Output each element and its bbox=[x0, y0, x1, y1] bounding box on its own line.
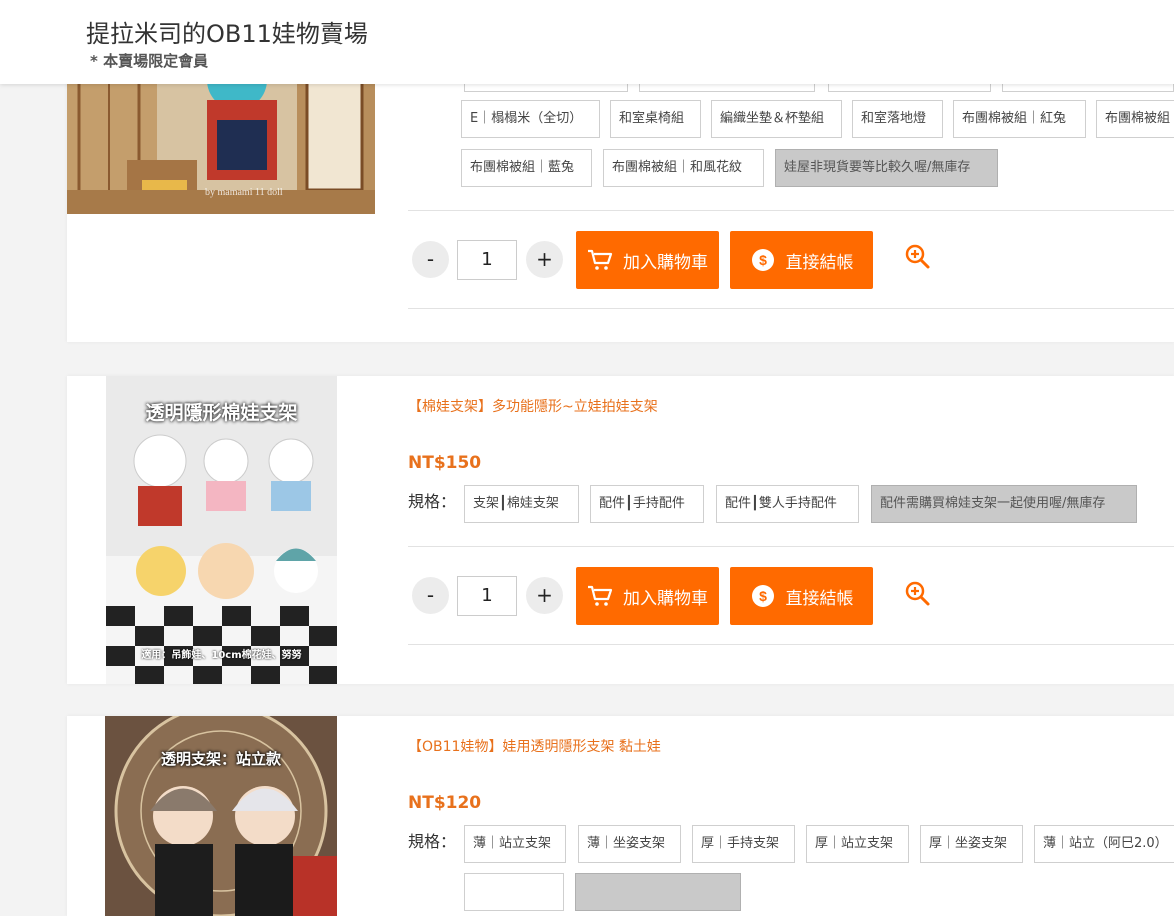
spec-option-out-of-stock[interactable]: 娃屋非現貨要等比較久喔/無庫存 bbox=[775, 149, 998, 187]
spec-option[interactable]: 薄｜站立支架 bbox=[464, 825, 566, 863]
spec-option[interactable]: 編織坐墊＆杯墊組 bbox=[711, 100, 842, 138]
quantity-input[interactable]: 1 bbox=[457, 240, 517, 280]
product-image[interactable]: 透明支架：站立款 bbox=[105, 716, 337, 916]
cart-icon bbox=[588, 585, 613, 606]
spec-option[interactable]: 薄｜站立（阿巳2.0） bbox=[1034, 825, 1174, 863]
quantity-minus-button[interactable]: - bbox=[412, 577, 449, 614]
quantity-plus-button[interactable]: + bbox=[526, 577, 563, 614]
store-title[interactable]: 提拉米司的OB11娃物賣場 bbox=[86, 14, 368, 49]
checkout-label: 直接結帳 bbox=[785, 588, 854, 609]
checkout-button[interactable]: $ 直接結帳 bbox=[730, 231, 873, 289]
checkout-button[interactable]: $ 直接結帳 bbox=[730, 567, 873, 625]
product-name[interactable]: 【OB11娃物】娃用透明隱形支架 黏土娃 bbox=[408, 736, 661, 756]
divider bbox=[408, 308, 1174, 309]
spec-option[interactable] bbox=[464, 873, 564, 911]
spec-option[interactable]: 和室桌椅組 bbox=[610, 100, 701, 138]
photo-caption: by mamami 11 doll bbox=[205, 187, 283, 198]
spec-option[interactable]: E｜榻榻米（全切） bbox=[461, 100, 600, 138]
svg-text:$: $ bbox=[759, 588, 767, 604]
spec-option[interactable]: 厚｜手持支架 bbox=[692, 825, 795, 863]
divider bbox=[408, 210, 1174, 211]
spec-option[interactable]: 布團棉被組｜藍兔 bbox=[461, 149, 592, 187]
product-card: 透明隱形棉娃支架 適用：吊飾娃、10cm棉花娃、努努 【棉娃支架】多功能隱形~立… bbox=[67, 376, 1174, 684]
spec-option[interactable]: 和室落地燈 bbox=[852, 100, 943, 138]
spec-option[interactable]: 配件┃手持配件 bbox=[590, 485, 704, 523]
spec-label: 規格： bbox=[408, 492, 457, 511]
quantity-input[interactable]: 1 bbox=[457, 576, 517, 616]
zoom-in-icon[interactable] bbox=[905, 581, 931, 607]
spec-option[interactable]: 薄｜坐姿支架 bbox=[578, 825, 681, 863]
spec-option[interactable]: 配件┃雙人手持配件 bbox=[716, 485, 859, 523]
product-price: NT$150 bbox=[408, 453, 482, 473]
dollar-circle-icon: $ bbox=[751, 249, 774, 271]
quantity-minus-button[interactable]: - bbox=[412, 241, 449, 278]
checkout-label: 直接結帳 bbox=[785, 252, 854, 273]
spec-option-out-of-stock[interactable] bbox=[575, 873, 741, 911]
photo-title: 透明隱形棉娃支架 bbox=[145, 402, 298, 424]
spec-label: 規格： bbox=[408, 832, 457, 851]
product-card: 透明支架：站立款 【OB11娃物】娃用透明隱形支架 黏土娃 NT$120 規格：… bbox=[67, 716, 1174, 916]
add-to-cart-label: 加入購物車 bbox=[623, 588, 708, 609]
divider bbox=[408, 644, 1174, 645]
site-header: 提拉米司的OB11娃物賣場 * 本賣場限定會員 bbox=[0, 0, 1174, 84]
spec-option[interactable]: 支架┃棉娃支架 bbox=[464, 485, 579, 523]
cart-icon bbox=[588, 249, 613, 270]
svg-text:$: $ bbox=[759, 252, 767, 268]
add-to-cart-label: 加入購物車 bbox=[623, 252, 708, 273]
spec-option[interactable]: 布團棉被組｜紅兔 bbox=[953, 100, 1086, 138]
photo-caption: 適用：吊飾娃、10cm棉花娃、努努 bbox=[141, 650, 302, 661]
spec-option[interactable]: 厚｜坐姿支架 bbox=[920, 825, 1023, 863]
spec-option[interactable]: 厚｜站立支架 bbox=[806, 825, 909, 863]
product-price: NT$120 bbox=[408, 793, 482, 813]
add-to-cart-button[interactable]: 加入購物車 bbox=[576, 567, 719, 625]
spec-option-out-of-stock[interactable]: 配件需購買棉娃支架一起使用喔/無庫存 bbox=[871, 485, 1137, 523]
divider bbox=[408, 546, 1174, 547]
product-card: by mamami 11 doll E｜榻榻米（全切） 和室桌椅組 編織坐墊＆杯… bbox=[67, 60, 1174, 342]
store-subtitle: * 本賣場限定會員 bbox=[90, 52, 209, 70]
spec-option[interactable]: 布團棉被組｜和風花紋 bbox=[603, 149, 764, 187]
spec-option[interactable]: 布團棉被組 bbox=[1096, 100, 1174, 138]
product-image[interactable]: 透明隱形棉娃支架 適用：吊飾娃、10cm棉花娃、努努 bbox=[106, 376, 337, 684]
product-name[interactable]: 【棉娃支架】多功能隱形~立娃拍娃支架 bbox=[408, 396, 658, 416]
add-to-cart-button[interactable]: 加入購物車 bbox=[576, 231, 719, 289]
photo-title: 透明支架：站立款 bbox=[160, 750, 281, 768]
zoom-in-icon[interactable] bbox=[905, 244, 931, 270]
quantity-plus-button[interactable]: + bbox=[526, 241, 563, 278]
dollar-circle-icon: $ bbox=[751, 585, 774, 607]
